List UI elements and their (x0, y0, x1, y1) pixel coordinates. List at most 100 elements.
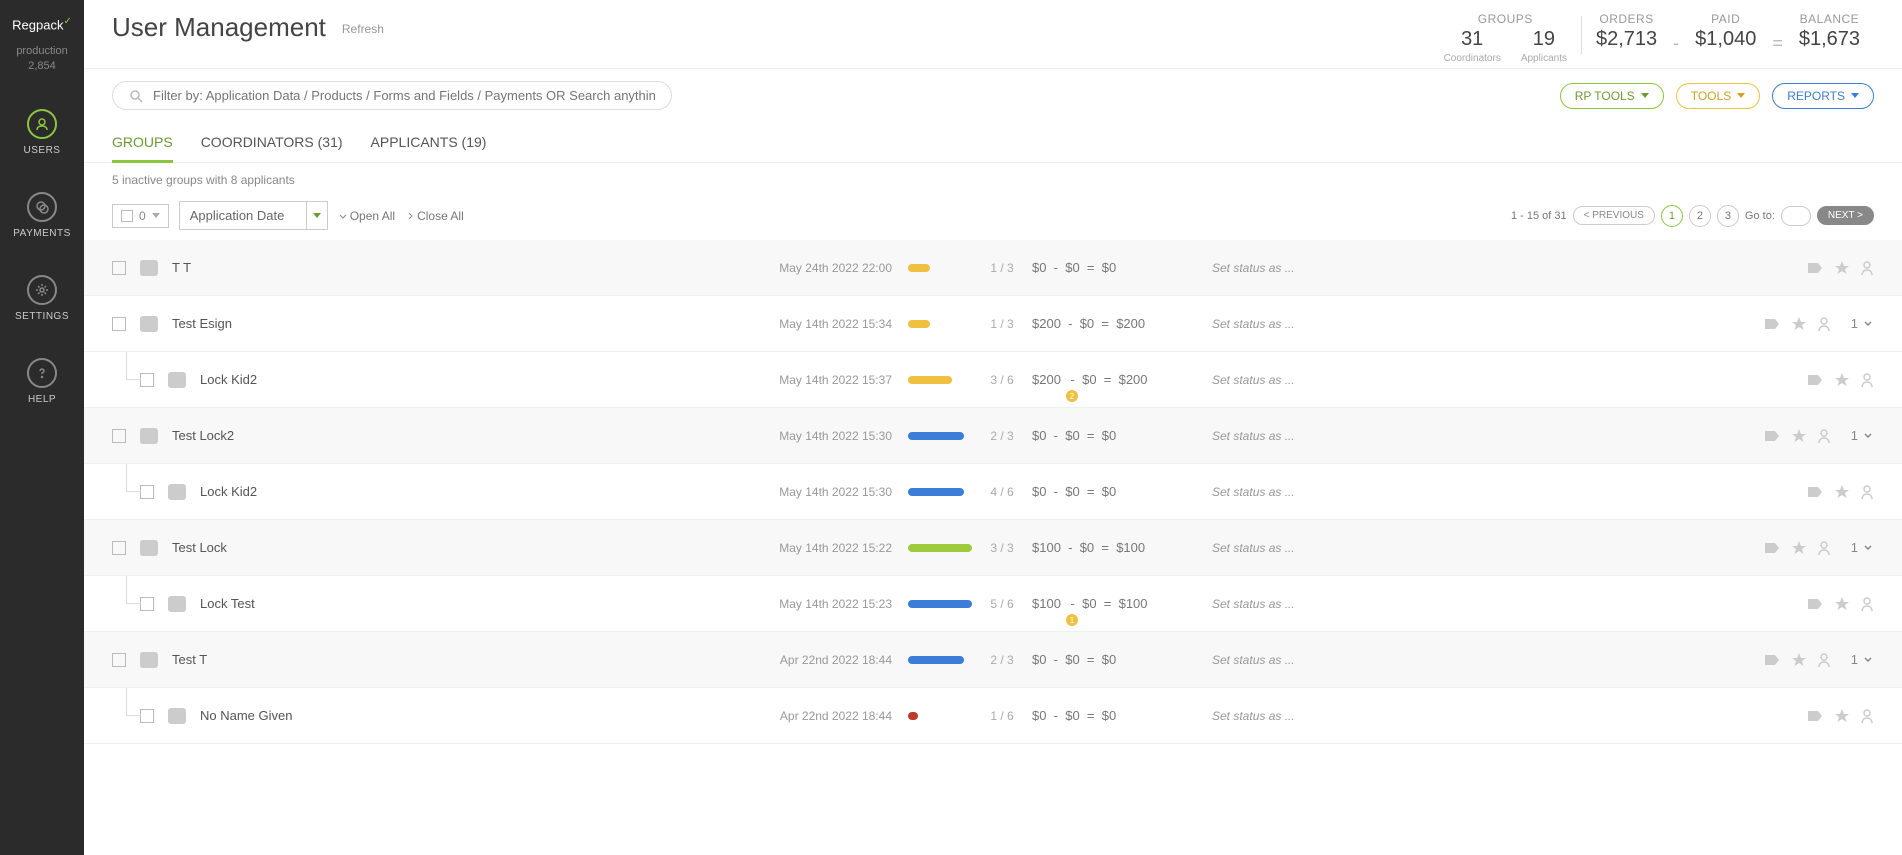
close-all-link[interactable]: Close All (405, 209, 464, 223)
expand-toggle[interactable]: 1 (1851, 652, 1874, 667)
tag-icon[interactable] (1765, 653, 1781, 667)
status-dropdown[interactable]: Set status as ... (1212, 653, 1352, 667)
star-icon[interactable] (1791, 316, 1807, 332)
status-dropdown[interactable]: Set status as ... (1212, 373, 1352, 387)
chat-icon[interactable] (168, 596, 186, 612)
table-row[interactable]: T T May 24th 2022 22:00 1 / 3 $0 - $0 = … (84, 240, 1902, 296)
chat-icon[interactable] (140, 428, 158, 444)
status-dropdown[interactable]: Set status as ... (1212, 317, 1352, 331)
page-1[interactable]: 1 (1661, 205, 1683, 227)
person-icon[interactable] (1817, 652, 1831, 668)
chat-icon[interactable] (140, 540, 158, 556)
row-checkbox[interactable] (112, 317, 126, 331)
tab-applicants[interactable]: APPLICANTS (19) (371, 128, 487, 162)
chat-icon[interactable] (168, 708, 186, 724)
status-dropdown[interactable]: Set status as ... (1212, 429, 1352, 443)
nav-settings[interactable]: SETTINGS (15, 275, 69, 322)
table-row-child[interactable]: No Name Given Apr 22nd 2022 18:44 1 / 6 … (84, 688, 1902, 744)
next-button[interactable]: NEXT > (1817, 206, 1874, 225)
chat-icon[interactable] (168, 484, 186, 500)
stat-balance: BALANCE $1,673 (1785, 12, 1874, 51)
row-money: $0 - $0 = $0 (1032, 652, 1212, 667)
person-icon[interactable] (1817, 316, 1831, 332)
chat-icon[interactable] (140, 316, 158, 332)
person-icon[interactable] (1817, 540, 1831, 556)
star-icon[interactable] (1834, 596, 1850, 612)
table-row-child[interactable]: Lock Test May 14th 2022 15:23 5 / 6 $100… (84, 576, 1902, 632)
table-row[interactable]: Test T Apr 22nd 2022 18:44 2 / 3 $0 - $0… (84, 632, 1902, 688)
row-checkbox[interactable] (112, 653, 126, 667)
nav-help[interactable]: HELP (27, 358, 57, 405)
star-icon[interactable] (1834, 260, 1850, 276)
tag-icon[interactable] (1765, 541, 1781, 555)
tab-coordinators[interactable]: COORDINATORS (31) (201, 128, 343, 162)
nav-users[interactable]: USERS (24, 109, 61, 156)
search-input[interactable] (153, 88, 655, 103)
nav-payments[interactable]: PAYMENTS (13, 192, 71, 239)
star-icon[interactable] (1791, 428, 1807, 444)
chat-icon[interactable] (140, 652, 158, 668)
expand-toggle[interactable]: 1 (1851, 316, 1874, 331)
status-dropdown[interactable]: Set status as ... (1212, 485, 1352, 499)
person-icon[interactable] (1860, 484, 1874, 500)
expand-toggle[interactable]: 1 (1851, 540, 1874, 555)
goto-input[interactable] (1781, 206, 1811, 226)
row-checkbox[interactable] (112, 261, 126, 275)
tag-icon[interactable] (1808, 485, 1824, 499)
tag-icon[interactable] (1765, 429, 1781, 443)
person-icon[interactable] (1817, 428, 1831, 444)
refresh-link[interactable]: Refresh (342, 22, 384, 36)
search-icon (129, 89, 143, 103)
prev-button[interactable]: < PREVIOUS (1573, 206, 1655, 225)
star-icon[interactable] (1791, 540, 1807, 556)
row-checkbox[interactable] (112, 429, 126, 443)
tag-icon[interactable] (1765, 317, 1781, 331)
project-label[interactable]: production 2,854 (16, 44, 67, 73)
star-icon[interactable] (1791, 652, 1807, 668)
row-money: $0 - $0 = $0 (1032, 428, 1212, 443)
search-box[interactable] (112, 81, 672, 110)
row-name: Lock Kid2 (200, 484, 732, 499)
row-checkbox[interactable] (140, 597, 154, 611)
status-dropdown[interactable]: Set status as ... (1212, 709, 1352, 723)
logo[interactable]: Regpack✓ (12, 10, 72, 44)
page-2[interactable]: 2 (1689, 205, 1711, 227)
row-checkbox[interactable] (140, 485, 154, 499)
page-3[interactable]: 3 (1717, 205, 1739, 227)
row-checkbox[interactable] (140, 709, 154, 723)
chat-icon[interactable] (168, 372, 186, 388)
select-all[interactable]: 0 (112, 204, 169, 228)
expand-toggle[interactable]: 1 (1851, 428, 1874, 443)
status-dropdown[interactable]: Set status as ... (1212, 541, 1352, 555)
status-dropdown[interactable]: Set status as ... (1212, 261, 1352, 275)
table-row[interactable]: Test Lock2 May 14th 2022 15:30 2 / 3 $0 … (84, 408, 1902, 464)
table-row-child[interactable]: Lock Kid2 May 14th 2022 15:37 3 / 6 $200… (84, 352, 1902, 408)
row-checkbox[interactable] (140, 373, 154, 387)
reports-button[interactable]: REPORTS (1772, 83, 1874, 109)
sort-direction[interactable] (307, 201, 328, 230)
tag-icon[interactable] (1808, 261, 1824, 275)
rp-tools-button[interactable]: RP TOOLS (1560, 83, 1664, 109)
person-icon[interactable] (1860, 596, 1874, 612)
progress-bar (892, 656, 972, 664)
star-icon[interactable] (1834, 708, 1850, 724)
row-checkbox[interactable] (112, 541, 126, 555)
person-icon[interactable] (1860, 372, 1874, 388)
rows-container: T T May 24th 2022 22:00 1 / 3 $0 - $0 = … (84, 240, 1902, 855)
table-row[interactable]: Test Lock May 14th 2022 15:22 3 / 3 $100… (84, 520, 1902, 576)
sort-dropdown[interactable]: Application Date (179, 201, 307, 230)
tag-icon[interactable] (1808, 597, 1824, 611)
open-all-link[interactable]: Open All (338, 209, 395, 223)
person-icon[interactable] (1860, 260, 1874, 276)
tag-icon[interactable] (1808, 709, 1824, 723)
tools-button[interactable]: TOOLS (1676, 83, 1760, 109)
table-row-child[interactable]: Lock Kid2 May 14th 2022 15:30 4 / 6 $0 -… (84, 464, 1902, 520)
star-icon[interactable] (1834, 372, 1850, 388)
tag-icon[interactable] (1808, 373, 1824, 387)
tab-groups[interactable]: GROUPS (112, 128, 173, 163)
chat-icon[interactable] (140, 260, 158, 276)
table-row[interactable]: Test Esign May 14th 2022 15:34 1 / 3 $20… (84, 296, 1902, 352)
star-icon[interactable] (1834, 484, 1850, 500)
status-dropdown[interactable]: Set status as ... (1212, 597, 1352, 611)
person-icon[interactable] (1860, 708, 1874, 724)
